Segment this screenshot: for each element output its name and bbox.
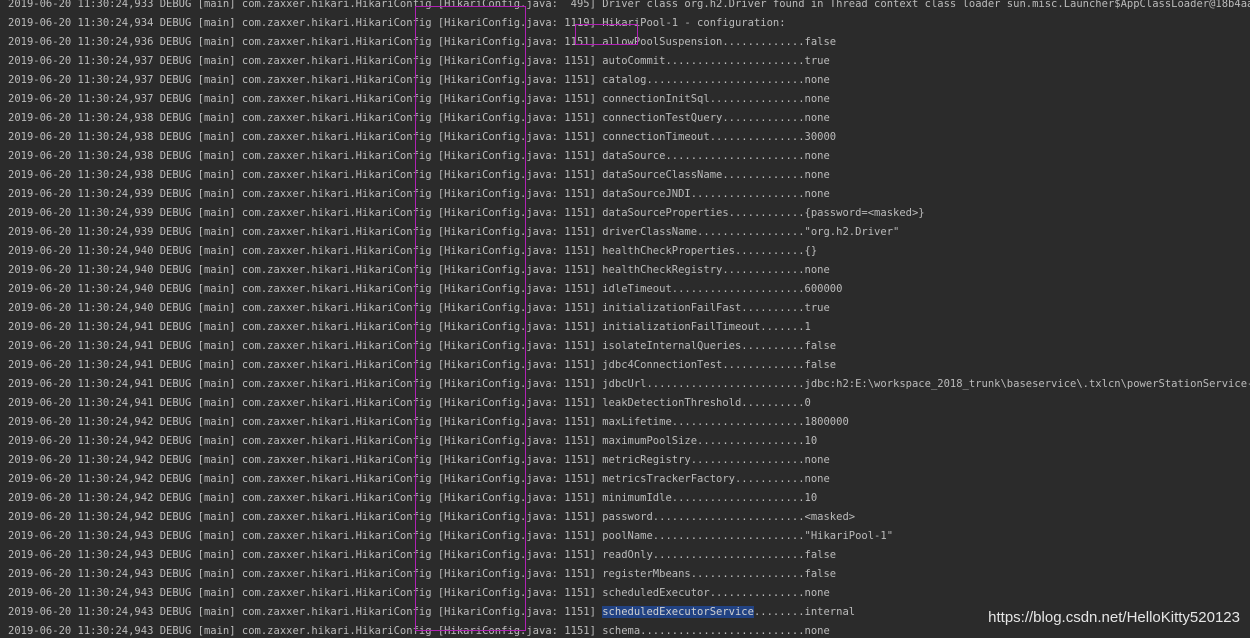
log-line: 2019-06-20 11:30:24,941 DEBUG [main] com… [8,318,1250,337]
log-line-text: 2019-06-20 11:30:24,939 DEBUG [main] com… [8,188,830,200]
log-lines: 2019-06-20 11:30:24,933 DEBUG [main] com… [8,0,1250,638]
log-line: 2019-06-20 11:30:24,943 DEBUG [main] com… [8,527,1250,546]
log-line: 2019-06-20 11:30:24,939 DEBUG [main] com… [8,204,1250,223]
log-line: 2019-06-20 11:30:24,940 DEBUG [main] com… [8,280,1250,299]
log-console[interactable]: 2019-06-20 11:30:24,933 DEBUG [main] com… [0,0,1250,638]
log-line-text: 2019-06-20 11:30:24,940 DEBUG [main] com… [8,283,843,295]
log-line-text: 2019-06-20 11:30:24,941 DEBUG [main] com… [8,321,811,333]
log-line: 2019-06-20 11:30:24,937 DEBUG [main] com… [8,52,1250,71]
log-line: 2019-06-20 11:30:24,936 DEBUG [main] com… [8,33,1250,52]
log-line: 2019-06-20 11:30:24,940 DEBUG [main] com… [8,261,1250,280]
log-line-text: ........internal [753,606,856,618]
log-line-text: 2019-06-20 11:30:24,936 DEBUG [main] com… [8,36,837,48]
log-line-text: 2019-06-20 11:30:24,938 DEBUG [main] com… [8,131,837,143]
log-line-text: 2019-06-20 11:30:24,942 DEBUG [main] com… [8,492,818,504]
log-line-text: 2019-06-20 11:30:24,943 DEBUG [main] com… [8,625,830,637]
log-line: 2019-06-20 11:30:24,941 DEBUG [main] com… [8,394,1250,413]
log-line-text: 2019-06-20 11:30:24,943 DEBUG [main] com… [8,549,837,561]
log-line-text: 2019-06-20 11:30:24,934 DEBUG [main] com… [8,17,786,29]
log-line: 2019-06-20 11:30:24,942 DEBUG [main] com… [8,489,1250,508]
log-line-text: 2019-06-20 11:30:24,938 DEBUG [main] com… [8,112,830,124]
log-line: 2019-06-20 11:30:24,943 DEBUG [main] com… [8,565,1250,584]
log-line-text: 2019-06-20 11:30:24,938 DEBUG [main] com… [8,150,830,162]
selected-text[interactable]: scheduledExecutorService [602,606,754,618]
log-line: 2019-06-20 11:30:24,943 DEBUG [main] com… [8,584,1250,603]
log-line-text: 2019-06-20 11:30:24,939 DEBUG [main] com… [8,207,925,219]
log-line: 2019-06-20 11:30:24,942 DEBUG [main] com… [8,451,1250,470]
log-line: 2019-06-20 11:30:24,937 DEBUG [main] com… [8,71,1250,90]
log-line-text: 2019-06-20 11:30:24,940 DEBUG [main] com… [8,264,830,276]
log-line-text: 2019-06-20 11:30:24,937 DEBUG [main] com… [8,93,830,105]
log-line: 2019-06-20 11:30:24,940 DEBUG [main] com… [8,299,1250,318]
log-line-text: 2019-06-20 11:30:24,943 DEBUG [main] com… [8,587,830,599]
log-line: 2019-06-20 11:30:24,938 DEBUG [main] com… [8,147,1250,166]
log-line: 2019-06-20 11:30:24,941 DEBUG [main] com… [8,337,1250,356]
log-line: 2019-06-20 11:30:24,939 DEBUG [main] com… [8,185,1250,204]
log-line: 2019-06-20 11:30:24,942 DEBUG [main] com… [8,432,1250,451]
log-line: 2019-06-20 11:30:24,942 DEBUG [main] com… [8,470,1250,489]
log-line: 2019-06-20 11:30:24,939 DEBUG [main] com… [8,223,1250,242]
log-line-text: 2019-06-20 11:30:24,943 DEBUG [main] com… [8,530,894,542]
log-line: 2019-06-20 11:30:24,941 DEBUG [main] com… [8,375,1250,394]
log-line-text: 2019-06-20 11:30:24,942 DEBUG [main] com… [8,435,818,447]
log-line: 2019-06-20 11:30:24,938 DEBUG [main] com… [8,166,1250,185]
log-line: 2019-06-20 11:30:24,938 DEBUG [main] com… [8,109,1250,128]
log-line-text: 2019-06-20 11:30:24,937 DEBUG [main] com… [8,74,830,86]
log-line-text: 2019-06-20 11:30:24,938 DEBUG [main] com… [8,169,830,181]
log-line-text: 2019-06-20 11:30:24,942 DEBUG [main] com… [8,511,856,523]
log-line-text: 2019-06-20 11:30:24,941 DEBUG [main] com… [8,359,837,371]
log-line: 2019-06-20 11:30:24,933 DEBUG [main] com… [8,0,1250,14]
log-line: 2019-06-20 11:30:24,942 DEBUG [main] com… [8,508,1250,527]
log-line-text: 2019-06-20 11:30:24,933 DEBUG [main] com… [8,0,1250,10]
log-line-text: 2019-06-20 11:30:24,942 DEBUG [main] com… [8,416,849,428]
log-line: 2019-06-20 11:30:24,941 DEBUG [main] com… [8,356,1250,375]
log-line: 2019-06-20 11:30:24,934 DEBUG [main] com… [8,14,1250,33]
log-line-text: 2019-06-20 11:30:24,942 DEBUG [main] com… [8,473,830,485]
log-line-text: 2019-06-20 11:30:24,941 DEBUG [main] com… [8,397,811,409]
log-line: 2019-06-20 11:30:24,938 DEBUG [main] com… [8,128,1250,147]
log-line-text: 2019-06-20 11:30:24,943 DEBUG [main] com… [8,568,837,580]
log-line: 2019-06-20 11:30:24,942 DEBUG [main] com… [8,413,1250,432]
watermark: https://blog.csdn.net/HelloKitty520123 [988,609,1240,626]
log-line-text: 2019-06-20 11:30:24,940 DEBUG [main] com… [8,245,818,257]
log-line-text: 2019-06-20 11:30:24,940 DEBUG [main] com… [8,302,830,314]
log-line-text: 2019-06-20 11:30:24,942 DEBUG [main] com… [8,454,830,466]
log-line-text: 2019-06-20 11:30:24,941 DEBUG [main] com… [8,378,1250,390]
log-line: 2019-06-20 11:30:24,943 DEBUG [main] com… [8,546,1250,565]
log-line: 2019-06-20 11:30:24,937 DEBUG [main] com… [8,90,1250,109]
log-line-text: 2019-06-20 11:30:24,941 DEBUG [main] com… [8,340,837,352]
log-line-text: 2019-06-20 11:30:24,943 DEBUG [main] com… [8,606,603,618]
log-line-text: 2019-06-20 11:30:24,937 DEBUG [main] com… [8,55,830,67]
log-line-text: 2019-06-20 11:30:24,939 DEBUG [main] com… [8,226,900,238]
log-line: 2019-06-20 11:30:24,940 DEBUG [main] com… [8,242,1250,261]
